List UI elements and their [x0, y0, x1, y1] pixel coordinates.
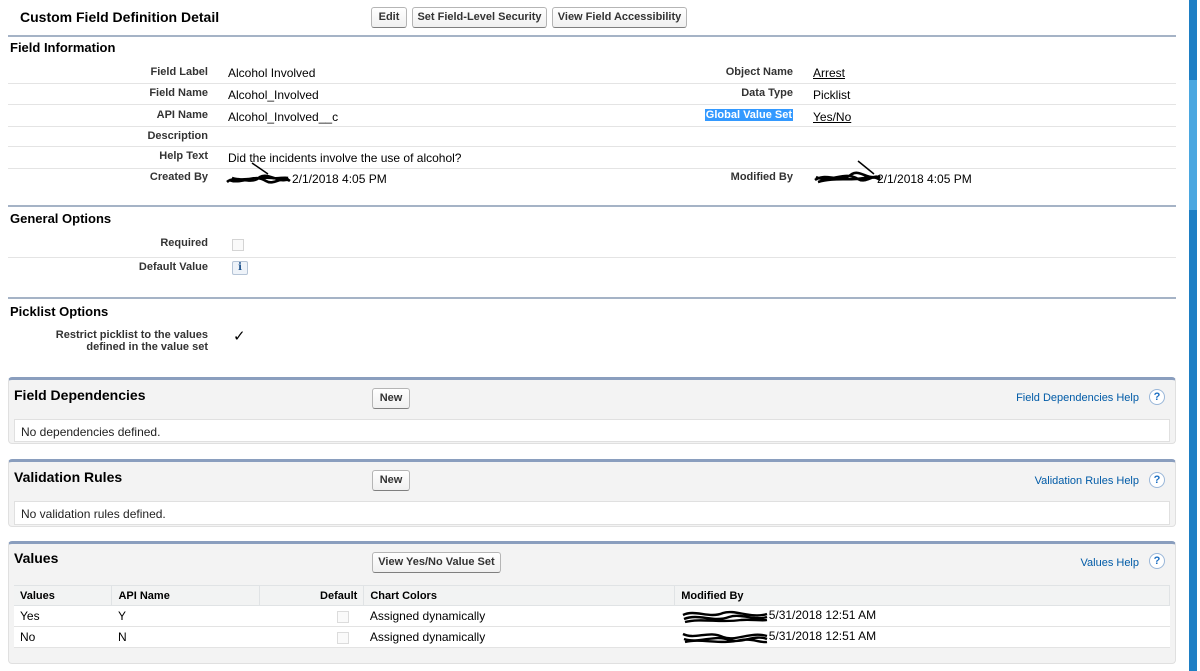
value-cell: Yes [14, 605, 112, 627]
page: Custom Field Definition Detail Edit Set … [0, 0, 1186, 671]
view-field-accessibility-button[interactable]: View Field Accessibility [552, 7, 687, 28]
value-cell: No [14, 626, 112, 648]
row-divider [8, 168, 1176, 169]
section-title-general-options: General Options [10, 211, 112, 226]
column-header-values[interactable]: Values [14, 585, 113, 606]
row-divider [8, 146, 1176, 147]
values-help-link[interactable]: Values Help [1081, 557, 1140, 569]
scrollbar-thumb[interactable] [1189, 80, 1197, 210]
column-header-modified-by[interactable]: Modified By [674, 585, 1170, 606]
created-by-label: Created By [149, 171, 208, 183]
restrict-picklist-label-line2: defined in the value set [86, 341, 208, 353]
modified-by-label: Modified By [730, 171, 793, 183]
global-value-set-label-text: Global Value Set [704, 109, 793, 121]
help-icon[interactable]: ? [1149, 389, 1165, 405]
description-label: Description [147, 130, 208, 142]
restrict-picklist-label: Restrict picklist to the values defined … [30, 329, 208, 353]
validation-rules-help-link[interactable]: Validation Rules Help [1035, 475, 1139, 487]
new-field-dependency-button[interactable]: New [372, 388, 410, 409]
field-dependencies-body: No dependencies defined. [14, 419, 1170, 442]
required-label: Required [160, 237, 208, 249]
field-name-value: Alcohol_Involved [228, 88, 319, 102]
data-type-label: Data Type [741, 87, 793, 99]
chart-colors-cell: Assigned dynamically [363, 626, 675, 648]
required-checkbox [232, 239, 244, 251]
field-dependencies-title: Field Dependencies [14, 387, 146, 403]
field-dependencies-help-link[interactable]: Field Dependencies Help [1016, 392, 1139, 404]
help-icon[interactable]: ? [1149, 472, 1165, 488]
row-divider [8, 104, 1176, 105]
field-dependencies-empty-text: No dependencies defined. [21, 425, 161, 439]
vertical-scrollbar[interactable] [1186, 0, 1200, 671]
section-divider [8, 297, 1176, 299]
modified-by-value: 2/1/2018 4:05 PM [877, 172, 972, 186]
new-validation-rule-button[interactable]: New [372, 470, 410, 491]
field-name-label: Field Name [149, 87, 208, 99]
object-name-label: Object Name [725, 66, 793, 78]
redacted-scribble [226, 162, 291, 184]
edit-button[interactable]: Edit [371, 7, 407, 28]
created-by-value: 2/1/2018 4:05 PM [292, 172, 387, 186]
section-title-picklist-options: Picklist Options [10, 304, 109, 319]
data-type-value: Picklist [813, 88, 851, 102]
column-header-default[interactable]: Default [259, 585, 365, 606]
info-icon[interactable]: i [232, 261, 248, 275]
values-table: Values API Name Default Chart Colors Mod… [14, 585, 1170, 648]
validation-rules-empty-text: No validation rules defined. [21, 507, 166, 521]
default-cell [259, 626, 364, 648]
field-label-value: Alcohol Involved [228, 66, 316, 80]
section-divider [8, 35, 1176, 37]
row-divider [8, 126, 1176, 127]
values-table-header: Values API Name Default Chart Colors Mod… [14, 585, 1170, 606]
object-name-link[interactable]: Arrest [813, 66, 845, 80]
set-field-level-security-button[interactable]: Set Field-Level Security [412, 7, 547, 28]
validation-rules-body: No validation rules defined. [14, 501, 1170, 525]
help-icon[interactable]: ? [1149, 553, 1165, 569]
field-label-label: Field Label [150, 66, 208, 78]
view-value-set-button[interactable]: View Yes/No Value Set [372, 552, 501, 573]
checkmark-icon: ✓ [233, 328, 246, 345]
restrict-picklist-label-line1: Restrict picklist to the values [55, 329, 208, 341]
table-row: Yes Y Assigned dynamically 5/31/2018 12:… [14, 605, 1170, 627]
table-row: No N Assigned dynamically 5/31/2018 12:5… [14, 626, 1170, 648]
row-divider [8, 83, 1176, 84]
validation-rules-title: Validation Rules [14, 469, 123, 485]
api-name-label: API Name [156, 109, 208, 121]
section-title-field-information: Field Information [10, 40, 116, 55]
global-value-set-label: Global Value Set [640, 109, 793, 121]
api-name-cell: N [111, 626, 260, 648]
redacted-scribble [682, 610, 768, 624]
default-cell [259, 605, 364, 627]
values-title: Values [14, 550, 59, 566]
redacted-scribble [682, 632, 768, 644]
help-text-label: Help Text [159, 150, 208, 162]
api-name-value: Alcohol_Involved__c [228, 110, 339, 124]
global-value-set-link[interactable]: Yes/No [813, 110, 851, 124]
field-dependencies-related-list: Field Dependencies New Field Dependencie… [8, 377, 1176, 444]
api-name-cell: Y [111, 605, 260, 627]
column-header-api-name[interactable]: API Name [111, 585, 261, 606]
row-divider [8, 257, 1176, 258]
default-checkbox [336, 631, 349, 644]
modified-by-cell: 5/31/2018 12:51 AM [674, 605, 1170, 627]
section-divider [8, 205, 1176, 207]
page-title: Custom Field Definition Detail [20, 9, 220, 25]
modified-date: 5/31/2018 12:51 AM [768, 608, 877, 623]
modified-by-cell: 5/31/2018 12:51 AM [674, 626, 1170, 648]
chart-colors-cell: Assigned dynamically [363, 605, 675, 627]
redacted-scribble [814, 160, 881, 184]
values-related-list: Values View Yes/No Value Set Values Help… [8, 541, 1176, 664]
column-header-chart-colors[interactable]: Chart Colors [363, 585, 676, 606]
default-checkbox [336, 610, 349, 623]
modified-date: 5/31/2018 12:51 AM [768, 629, 877, 644]
validation-rules-related-list: Validation Rules New Validation Rules He… [8, 459, 1176, 527]
default-value-label: Default Value [138, 261, 208, 273]
